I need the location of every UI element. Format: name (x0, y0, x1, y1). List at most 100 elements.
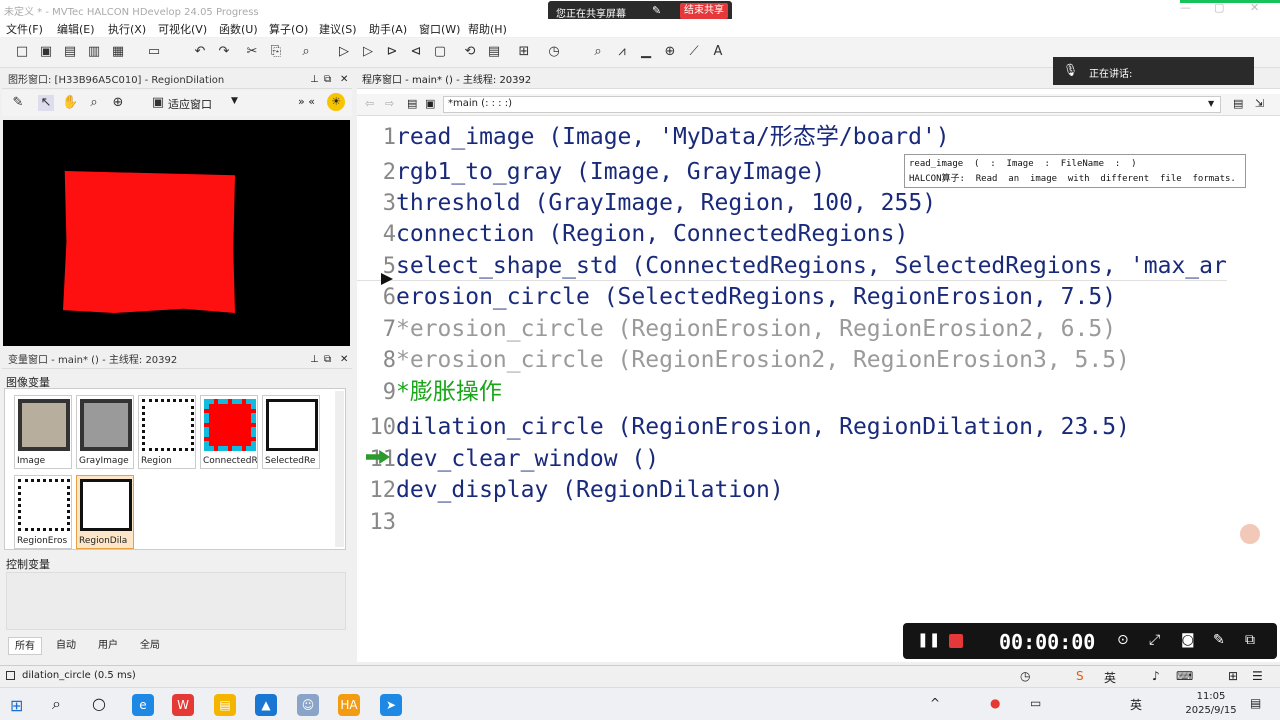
open-folder-icon[interactable]: ▤ (62, 44, 78, 60)
code-line-9[interactable]: 9*膨胀操作 (357, 377, 502, 407)
histogram-icon[interactable]: ▁ (638, 44, 654, 60)
edit-procedure-icon[interactable]: ▤ (1233, 97, 1243, 110)
photos-icon[interactable]: ▲ (255, 694, 277, 716)
menu-execute[interactable]: 执行(X) (108, 21, 146, 37)
line-profile-icon[interactable]: ⩘ (614, 44, 630, 60)
graphics-canvas[interactable] (3, 120, 350, 346)
tab-global[interactable]: 全局 (134, 637, 166, 655)
annotate-icon[interactable]: ✎ (1213, 632, 1225, 648)
halcon-icon[interactable]: ☺ (297, 694, 319, 716)
network-icon[interactable]: ▭ (1030, 696, 1041, 710)
code-line-13[interactable]: 13 (357, 507, 397, 537)
timer-icon[interactable]: ◷ (546, 44, 562, 60)
menu-visualize[interactable]: 可视化(V) (158, 21, 207, 37)
tab-user[interactable]: 用户 (92, 637, 124, 655)
zoom-icon[interactable]: ⌕ (86, 95, 102, 111)
menu-operators[interactable]: 算子(O) (269, 21, 308, 37)
notification-icon[interactable]: ▤ (1250, 696, 1261, 710)
code-line-12[interactable]: 12dev_display (RegionDilation) (357, 475, 784, 505)
microphone-icon[interactable]: ♪ (1152, 669, 1160, 683)
fit-window-icon[interactable]: ▣ (150, 95, 166, 111)
chevron-down-icon[interactable]: ▼ (1208, 99, 1214, 108)
tray-overflow-icon[interactable]: ^ (930, 696, 940, 710)
copy-icon[interactable]: ⎘ (268, 44, 284, 60)
file-explorer-icon[interactable]: ▤ (214, 694, 236, 716)
thumb-selectedregions[interactable]: SelectedRe (262, 395, 320, 469)
pause-icon[interactable]: ❚❚ (917, 632, 940, 648)
zoom-in-icon[interactable]: ⊕ (110, 95, 126, 111)
menu-icon[interactable]: ☰ (1252, 669, 1263, 683)
pin-icon[interactable]: ⊥ (310, 354, 319, 365)
forward-icon[interactable]: ⇨ (385, 97, 394, 110)
open-file-icon[interactable]: ▣ (38, 44, 54, 60)
save-icon[interactable]: ▥ (86, 44, 102, 60)
menu-functions[interactable]: 函数(U) (219, 21, 258, 37)
avatar[interactable] (1238, 522, 1262, 546)
code-editor[interactable]: 1read_image (Image, 'MyData/形态学/board') … (357, 122, 1277, 652)
code-line-5[interactable]: 5select_shape_std (ConnectedRegions, Sel… (357, 251, 1227, 281)
code-line-11[interactable]: 11dev_clear_window () (357, 444, 660, 474)
pointer-icon[interactable]: ↖ (38, 95, 54, 111)
step-over-icon[interactable]: ⊳ (384, 44, 400, 60)
close-icon[interactable]: ✕ (340, 74, 348, 85)
scrollbar[interactable] (335, 391, 344, 547)
close-icon[interactable]: ✕ (340, 354, 348, 365)
save-all-icon[interactable]: ▦ (110, 44, 126, 60)
lightbulb-icon[interactable]: ☀ (327, 93, 345, 111)
screenshot-icon[interactable]: ◙ (1181, 632, 1195, 648)
clock-icon[interactable]: ◷ (1020, 669, 1030, 683)
cut-icon[interactable]: ✂ (244, 44, 260, 60)
procedure-select[interactable]: *main (: : : :) ▼ (443, 96, 1221, 113)
task-view-icon[interactable]: ○ (92, 694, 106, 713)
thumb-image[interactable]: Image (14, 395, 72, 469)
inspect-icon[interactable]: ⟋ (686, 44, 702, 60)
stop-icon[interactable]: ▢ (432, 44, 448, 60)
program-icon[interactable]: ▤ (486, 44, 502, 60)
ime-language[interactable]: 英 (1104, 669, 1116, 686)
popout-icon[interactable]: ⧉ (1245, 632, 1255, 648)
thumb-connectedregions[interactable]: ConnectedR (200, 395, 258, 469)
float-icon[interactable]: ⧉ (324, 354, 331, 365)
step-icon[interactable]: ▷ (360, 44, 376, 60)
clock-date[interactable]: 2025/9/15 (1180, 705, 1242, 716)
zoom-icon[interactable]: ⌕ (590, 44, 606, 60)
fullscreen-icon[interactable]: ⤢ (1149, 632, 1160, 648)
tab-all[interactable]: 所有 (8, 637, 42, 655)
step-into-icon[interactable]: ⊲ (408, 44, 424, 60)
thumb-grayimage[interactable]: GrayImage (76, 395, 134, 469)
record-tray-icon[interactable]: ● (990, 696, 1000, 710)
menu-suggestions[interactable]: 建议(S) (319, 21, 357, 37)
hand-icon[interactable]: ✋ (62, 95, 78, 111)
brush-icon[interactable]: ✎ (10, 95, 26, 111)
search-icon[interactable]: ⌕ (52, 694, 61, 714)
new-file-icon[interactable]: □ (14, 44, 30, 60)
menu-assistants[interactable]: 助手(A) (369, 21, 407, 37)
find-icon[interactable]: ⌕ (298, 44, 314, 60)
ha-app-icon[interactable]: HA (338, 694, 360, 716)
undo-icon[interactable]: ↶ (192, 44, 208, 60)
chevron-down-icon[interactable]: ▼ (231, 96, 238, 106)
edge-icon[interactable]: e (132, 694, 154, 716)
procedure-icon[interactable]: ▣ (425, 97, 435, 110)
pin-icon[interactable]: ⊥ (310, 74, 319, 85)
menu-edit[interactable]: 编辑(E) (57, 21, 95, 37)
run-icon[interactable]: ▷ (336, 44, 352, 60)
code-line-7[interactable]: 7*erosion_circle (RegionErosion, RegionE… (357, 314, 1116, 344)
grid-icon[interactable]: ⊞ (1228, 669, 1238, 683)
code-line-2[interactable]: 2rgb1_to_gray (Image, GrayImage) (357, 157, 826, 187)
feishu-icon[interactable]: ➤ (380, 694, 402, 716)
code-line-8[interactable]: 8*erosion_circle (RegionErosion2, Region… (357, 345, 1130, 375)
thumb-regionerosion[interactable]: RegionEros (14, 475, 72, 549)
print-icon[interactable]: ▭ (146, 44, 162, 60)
redo-icon[interactable]: ↷ (216, 44, 232, 60)
code-line-1[interactable]: 1read_image (Image, 'MyData/形态学/board') (357, 122, 950, 152)
camera-toggle-icon[interactable]: ⊙ (1117, 632, 1129, 648)
reset-icon[interactable]: ⟲ (462, 44, 478, 60)
keyboard-icon[interactable]: ⌨ (1176, 669, 1193, 683)
stop-record-icon[interactable] (949, 634, 963, 648)
features-icon[interactable]: ⊕ (662, 44, 678, 60)
menu-file[interactable]: 文件(F) (6, 21, 43, 37)
code-line-10[interactable]: 10dilation_circle (RegionErosion, Region… (357, 412, 1130, 442)
print-icon[interactable]: ▤ (407, 97, 417, 110)
thumb-region[interactable]: Region (138, 395, 196, 469)
